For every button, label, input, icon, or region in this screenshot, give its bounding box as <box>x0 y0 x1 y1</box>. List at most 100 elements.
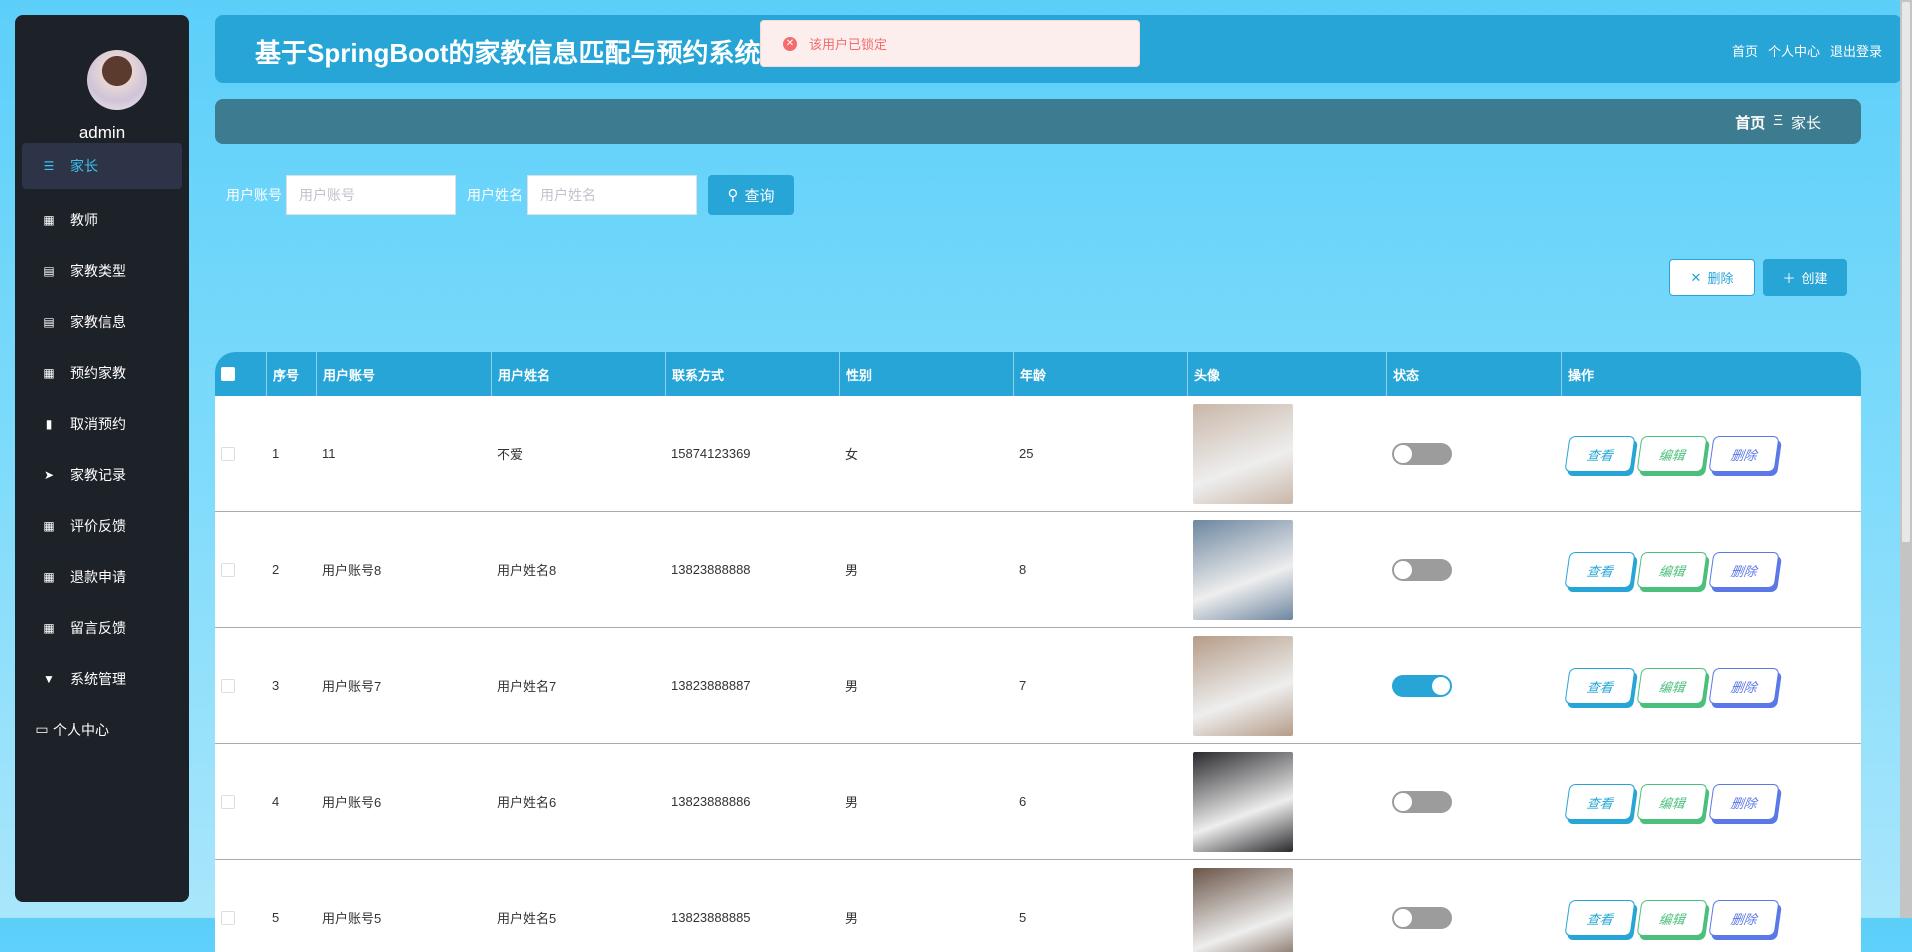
delete-button[interactable]: 删除 <box>1708 552 1779 588</box>
nav-profile-link[interactable]: 个人中心 <box>1768 41 1820 60</box>
avatar[interactable] <box>87 50 147 110</box>
row-account: 用户账号7 <box>316 628 381 743</box>
status-toggle[interactable] <box>1392 443 1452 465</box>
table-row: 1 11 不爱 15874123369 女 25 查看 编辑 删除 <box>215 396 1861 512</box>
sidebar-item[interactable]: ▦留言反馈 <box>22 602 182 653</box>
edit-button[interactable]: 编辑 <box>1636 552 1707 588</box>
breadcrumb-current: 家长 <box>1791 112 1821 133</box>
avatar-photo[interactable] <box>1193 752 1293 852</box>
grid-icon: ▦ <box>42 213 56 227</box>
sidebar-item[interactable]: ▼系统管理 <box>22 653 182 704</box>
breadcrumb-home[interactable]: 首页 <box>1735 112 1765 133</box>
column-header: 头像 <box>1187 352 1220 396</box>
sidebar-menu: ☰家长 ▦ 教师 ▤家教类型 ▤ 家教信息 ▦预约家教 ▮ 取消预约 ➤ 家教记录 ▦ 评价反馈 ▦ 退款申… <box>22 143 182 755</box>
bar-chart-icon: ▮ <box>42 417 56 431</box>
batch-delete-button[interactable]: ✕删除 <box>1669 259 1755 296</box>
row-account: 11 <box>316 396 336 511</box>
row-no: 3 <box>266 628 279 743</box>
sidebar-item-label: 取消预约 <box>70 414 126 434</box>
sidebar-item-label: 教师 <box>70 210 98 230</box>
name-input[interactable] <box>527 175 697 215</box>
account-label: 用户账号 <box>226 185 282 205</box>
row-account: 用户账号8 <box>316 512 381 627</box>
sidebar-item[interactable]: ▦预约家教 <box>22 347 182 398</box>
row-no: 2 <box>266 512 279 627</box>
error-icon: ✕ <box>783 37 797 51</box>
view-button[interactable]: 查看 <box>1564 552 1635 588</box>
row-name: 用户姓名7 <box>491 628 556 743</box>
breadcrumb: 首页 Ξ 家长 <box>215 99 1861 144</box>
row-name: 用户姓名6 <box>491 744 556 859</box>
delete-button[interactable]: 删除 <box>1708 668 1779 704</box>
clipboard-icon: ▤ <box>42 315 56 329</box>
delete-button[interactable]: 删除 <box>1708 784 1779 820</box>
avatar-photo[interactable] <box>1193 868 1293 952</box>
sidebar-item-label: 留言反馈 <box>70 618 126 638</box>
view-button[interactable]: 查看 <box>1564 784 1635 820</box>
edit-button[interactable]: 编辑 <box>1636 784 1707 820</box>
row-checkbox[interactable] <box>221 563 235 577</box>
row-checkbox[interactable] <box>221 795 235 809</box>
create-button[interactable]: ＋ 创建 <box>1763 259 1847 296</box>
avatar-photo[interactable] <box>1193 520 1293 620</box>
table-row: 3 用户账号7 用户姓名7 13823888887 男 7 查看 编辑 删除 <box>215 628 1861 744</box>
sidebar-item-label: 家教记录 <box>70 465 126 485</box>
account-input[interactable] <box>286 175 456 215</box>
sidebar-item-label: 家教类型 <box>70 261 126 281</box>
sidebar-item[interactable]: ☰家长 <box>22 143 182 189</box>
avatar-photo[interactable] <box>1193 404 1293 504</box>
row-checkbox[interactable] <box>221 447 235 461</box>
column-header: 状态 <box>1386 352 1419 396</box>
scrollbar-thumb[interactable] <box>1902 2 1910 542</box>
row-phone: 13823888887 <box>665 628 751 743</box>
query-button[interactable]: ⚲查询 <box>708 175 794 215</box>
sidebar-item[interactable]: ▦ 退款申请 <box>22 551 182 602</box>
send-icon: ➤ <box>42 468 56 482</box>
row-checkbox[interactable] <box>221 679 235 693</box>
view-button[interactable]: 查看 <box>1564 668 1635 704</box>
edit-button[interactable]: 编辑 <box>1636 668 1707 704</box>
sidebar-item[interactable]: ➤ 家教记录 <box>22 449 182 500</box>
avatar-photo[interactable] <box>1193 636 1293 736</box>
nav-home-link[interactable]: 首页 <box>1732 41 1758 60</box>
username: admin <box>15 123 189 143</box>
sidebar-item[interactable]: ▮ 取消预约 <box>22 398 182 449</box>
nav-logout-link[interactable]: 退出登录 <box>1830 41 1882 60</box>
sidebar-item[interactable]: ▦ 评价反馈 <box>22 500 182 551</box>
sidebar-item-label: 家教信息 <box>70 312 126 332</box>
column-header: 性别 <box>839 352 872 396</box>
sidebar-item[interactable]: ▭个人中心 <box>22 704 182 755</box>
row-age: 7 <box>1013 628 1026 743</box>
plus-icon: ＋ <box>1782 268 1795 287</box>
edit-button[interactable]: 编辑 <box>1636 436 1707 472</box>
status-toggle[interactable] <box>1392 675 1452 697</box>
name-label: 用户姓名 <box>467 185 523 205</box>
row-age: 25 <box>1013 396 1033 511</box>
sidebar-item-label: 退款申请 <box>70 567 126 587</box>
select-all-checkbox[interactable] <box>221 367 235 381</box>
column-header: 年龄 <box>1013 352 1046 396</box>
brush-icon: ▼ <box>42 672 56 686</box>
toast-message: 该用户已锁定 <box>809 34 887 53</box>
column-header: 联系方式 <box>665 352 724 396</box>
sidebar-item-label: 评价反馈 <box>70 516 126 536</box>
create-label: 创建 <box>1802 268 1828 287</box>
scrollbar[interactable] <box>1900 0 1912 918</box>
status-toggle[interactable] <box>1392 559 1452 581</box>
column-header: 序号 <box>266 352 299 396</box>
grid-icon: ▦ <box>42 519 56 533</box>
view-button[interactable]: 查看 <box>1564 436 1635 472</box>
error-toast: ✕ 该用户已锁定 <box>760 20 1140 67</box>
sidebar-item[interactable]: ▤ 家教信息 <box>22 296 182 347</box>
delete-button[interactable]: 删除 <box>1708 436 1779 472</box>
grid-icon: ▦ <box>42 570 56 584</box>
sidebar-item[interactable]: ▤家教类型 <box>22 245 182 296</box>
query-label: 查询 <box>744 185 774 206</box>
row-gender: 男 <box>839 744 858 859</box>
sidebar-item-label: 预约家教 <box>70 363 126 383</box>
row-age: 6 <box>1013 744 1026 859</box>
row-gender: 男 <box>839 628 858 743</box>
status-toggle[interactable] <box>1392 791 1452 813</box>
sidebar-item[interactable]: ▦ 教师 <box>22 194 182 245</box>
row-phone: 13823888886 <box>665 744 751 859</box>
